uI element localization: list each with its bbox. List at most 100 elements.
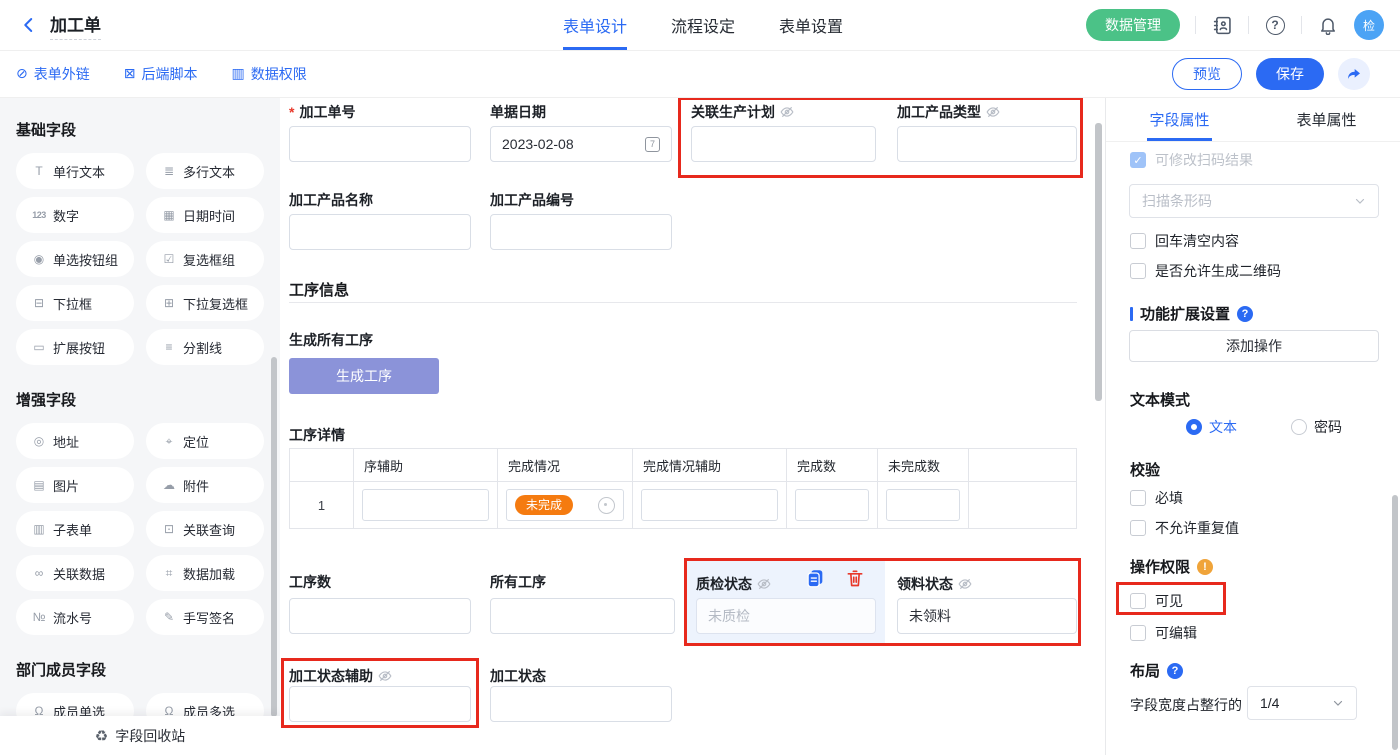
sidebar-item-address[interactable]: ◎地址: [16, 423, 134, 459]
aux-cell-input[interactable]: [362, 489, 489, 521]
table-header-row: 序辅助 完成情况 完成情况辅助 完成数 未完成数: [290, 449, 1076, 482]
tab-form-design[interactable]: 表单设计: [563, 0, 627, 50]
contacts-icon[interactable]: [1211, 14, 1233, 36]
share-button[interactable]: [1338, 58, 1370, 90]
pen-icon: ✎: [159, 610, 179, 624]
help-icon[interactable]: ?: [1167, 663, 1183, 679]
process-status-input[interactable]: [490, 686, 672, 722]
completion-status-select[interactable]: 未完成: [506, 489, 624, 521]
copy-field-button[interactable]: [802, 565, 828, 591]
process-status-aux-input[interactable]: [289, 686, 471, 722]
back-icon[interactable]: [18, 14, 40, 36]
select-circle-icon: [598, 497, 615, 514]
allow-qrcode-checkbox[interactable]: 是否允许生成二维码: [1130, 261, 1281, 281]
sidebar-item-multi-line-text[interactable]: ≣多行文本: [146, 153, 264, 189]
material-status-input[interactable]: 未领料: [897, 598, 1077, 634]
checkbox-icon: [1130, 233, 1146, 249]
tab-field-properties[interactable]: 字段属性: [1106, 97, 1253, 141]
product-name-input[interactable]: [289, 214, 471, 250]
sidebar-item-location[interactable]: ⌖定位: [146, 423, 264, 459]
page-title[interactable]: 加工单: [50, 11, 101, 40]
bell-icon[interactable]: [1317, 14, 1339, 36]
radio-icon: [1291, 419, 1307, 435]
multi-dropdown-icon: ⊞: [159, 296, 179, 310]
table-row: 1 未完成: [290, 482, 1076, 528]
tab-form-properties[interactable]: 表单属性: [1253, 97, 1400, 141]
backend-script-link[interactable]: ⊠后端脚本: [124, 64, 198, 84]
help-icon[interactable]: ?: [1264, 14, 1286, 36]
save-button[interactable]: 保存: [1256, 58, 1324, 90]
add-action-button[interactable]: 添加操作: [1129, 330, 1379, 362]
scan-mode-select[interactable]: 扫描条形码: [1129, 184, 1379, 218]
panel-scrollbar[interactable]: [1392, 495, 1398, 750]
text-icon: T: [29, 164, 49, 178]
field-width-select[interactable]: 1/4: [1247, 686, 1357, 720]
completion-aux-cell-input[interactable]: [641, 489, 778, 521]
sidebar-item-signature[interactable]: ✎手写签名: [146, 599, 264, 635]
done-count-cell-input[interactable]: [795, 489, 869, 521]
order-no-input[interactable]: [289, 126, 471, 162]
divider: [1301, 16, 1302, 34]
sidebar-item-serial-number[interactable]: №流水号: [16, 599, 134, 635]
panel-tabs: 字段属性 表单属性: [1106, 97, 1400, 142]
editable-checkbox[interactable]: 可编辑: [1130, 623, 1197, 643]
product-code-input[interactable]: [490, 214, 672, 250]
sidebar-item-number[interactable]: 123数字: [16, 197, 134, 233]
section-basic-fields: 基础字段: [16, 119, 264, 140]
production-plan-input[interactable]: [691, 126, 876, 162]
process-count-input[interactable]: [289, 598, 471, 634]
sidebar-item-data-load[interactable]: ⌗数据加载: [146, 555, 264, 591]
divider-icon: ≡: [159, 340, 179, 354]
sidebar-item-image[interactable]: ▤图片: [16, 467, 134, 503]
scan-result-checkbox[interactable]: ✓ 可修改扫码结果: [1130, 150, 1253, 170]
generate-process-button[interactable]: 生成工序: [289, 358, 439, 394]
sidebar-item-datetime[interactable]: ▦日期时间: [146, 197, 264, 233]
sidebar-item-linked-data[interactable]: ∞关联数据: [16, 555, 134, 591]
copy-icon: [804, 567, 826, 589]
order-date-input[interactable]: 2023-02-08 7: [490, 126, 672, 162]
field-label-production-plan: 关联生产计划: [691, 103, 794, 120]
field-recycle-bin[interactable]: ♻ 字段回收站: [0, 716, 280, 755]
qc-status-input[interactable]: 未质检: [696, 598, 876, 634]
tab-form-setting[interactable]: 表单设置: [779, 0, 843, 50]
eye-off-icon: [780, 105, 794, 119]
help-icon[interactable]: ?: [1237, 306, 1253, 322]
link-data-icon: ∞: [29, 566, 49, 580]
all-processes-input[interactable]: [490, 598, 675, 634]
form-external-link[interactable]: ⊘表单外链: [16, 64, 90, 84]
tab-flow-setting[interactable]: 流程设定: [671, 0, 735, 50]
radio-password-mode[interactable]: 密码: [1291, 417, 1342, 437]
sidebar-item-linked-query[interactable]: ⊡关联查询: [146, 511, 264, 547]
extension-settings-header: 功能扩展设置 ?: [1130, 303, 1253, 324]
serial-icon: №: [29, 610, 49, 624]
data-permission-link[interactable]: ▥数据权限: [231, 64, 306, 84]
sidebar-item-attachment[interactable]: ☁附件: [146, 467, 264, 503]
row-index: 1: [290, 482, 354, 528]
sidebar-item-multi-dropdown[interactable]: ⊞下拉复选框: [146, 285, 264, 321]
permission-header: 操作权限 !: [1130, 556, 1213, 577]
sidebar-item-extend-button[interactable]: ▭扩展按钮: [16, 329, 134, 365]
sidebar-item-dropdown[interactable]: ⊟下拉框: [16, 285, 134, 321]
canvas-scrollbar[interactable]: [1095, 123, 1102, 401]
clear-on-enter-checkbox[interactable]: 回车清空内容: [1130, 231, 1239, 251]
product-type-input[interactable]: [897, 126, 1077, 162]
sidebar-item-radio-group[interactable]: ◉单选按钮组: [16, 241, 134, 277]
sidebar-item-divider-line[interactable]: ≡分割线: [146, 329, 264, 365]
chart-icon: ⌗: [159, 566, 179, 581]
sidebar-item-single-line-text[interactable]: T单行文本: [16, 153, 134, 189]
data-manage-button[interactable]: 数据管理: [1086, 9, 1180, 41]
sidebar-item-subform[interactable]: ▥子表单: [16, 511, 134, 547]
visible-checkbox[interactable]: 可见: [1130, 591, 1183, 611]
delete-field-button[interactable]: [842, 565, 868, 591]
radio-text-mode[interactable]: 文本: [1186, 417, 1237, 437]
avatar[interactable]: 检: [1354, 10, 1384, 40]
no-duplicate-checkbox[interactable]: 不允许重复值: [1130, 518, 1239, 538]
form-canvas: *加工单号 单据日期 2023-02-08 7 关联生产计划 加工产品类型 加工…: [280, 97, 1105, 755]
field-label-material-status: 领料状态: [897, 575, 972, 592]
required-checkbox[interactable]: 必填: [1130, 488, 1183, 508]
preview-button[interactable]: 预览: [1172, 58, 1242, 90]
sidebar-scrollbar[interactable]: [271, 357, 277, 717]
sidebar-item-checkbox-group[interactable]: ☑复选框组: [146, 241, 264, 277]
warning-icon: !: [1197, 559, 1213, 575]
undone-count-cell-input[interactable]: [886, 489, 960, 521]
